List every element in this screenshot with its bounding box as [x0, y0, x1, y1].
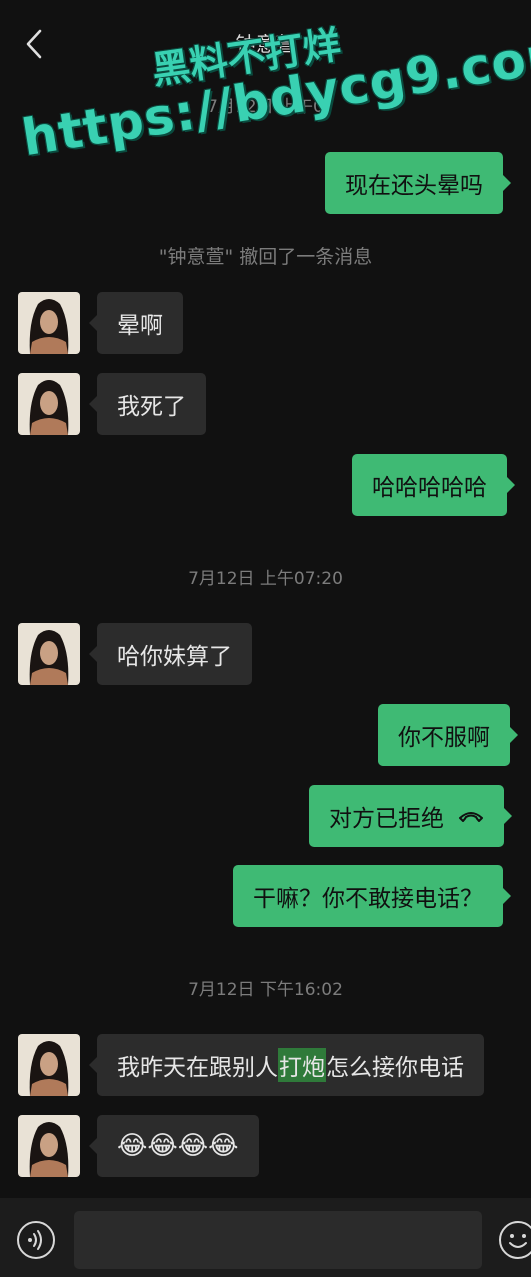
message-bubble-incoming[interactable]: 我死了 [89, 373, 206, 435]
chat-header: 钟意萱 [0, 0, 531, 88]
message-text: 现在还头晕吗 [345, 173, 483, 199]
message-text: 你不服啊 [398, 725, 490, 751]
emoji-button[interactable] [498, 1220, 531, 1260]
message-bubble-outgoing[interactable]: 干嘛？你不敢接电话？ [233, 865, 511, 927]
contact-avatar[interactable] [18, 623, 80, 685]
contact-avatar[interactable] [18, 373, 80, 435]
timestamp: 7月12日 上午07:20 [188, 569, 343, 589]
message-text: 哈你妹算了 [117, 644, 232, 670]
chat-title: 钟意萱 [235, 32, 296, 56]
input-bar [0, 1198, 531, 1277]
message-text: 对方已拒绝 [329, 806, 444, 832]
timestamp: 7月12日 上午0 [207, 97, 324, 117]
message-emoji-text: 😂😂😂😂 [117, 1131, 239, 1161]
message-bubble-incoming[interactable]: 😂😂😂😂 [89, 1115, 259, 1177]
timestamp: 7月12日 下午16:02 [188, 980, 343, 1000]
emoji-icon [498, 1221, 531, 1264]
message-bubble-incoming[interactable]: 晕啊 [89, 292, 183, 354]
message-text: 我死了 [117, 394, 186, 420]
message-text: 晕啊 [117, 313, 163, 339]
message-bubble-outgoing[interactable]: 现在还头晕吗 [325, 152, 511, 214]
contact-avatar[interactable] [18, 1034, 80, 1096]
message-bubble-incoming[interactable]: 我昨天在跟别人 打炮 怎么接你电话 [89, 1034, 484, 1096]
message-text-part: 怎么接你电话 [326, 1055, 464, 1081]
message-input[interactable] [74, 1211, 482, 1269]
message-text: 哈哈哈哈哈 [372, 475, 487, 501]
recall-notice: "钟意萱" 撤回了一条消息 [158, 246, 373, 268]
message-text-part: 我昨天在跟别人 [117, 1055, 278, 1081]
contact-avatar[interactable] [18, 1115, 80, 1177]
message-text: 干嘛？你不敢接电话？ [253, 886, 483, 912]
message-bubble-outgoing[interactable]: 你不服啊 [378, 704, 518, 766]
hang-up-phone-icon [458, 808, 484, 824]
voice-button[interactable] [16, 1220, 56, 1260]
message-bubble-incoming[interactable]: 哈你妹算了 [89, 623, 252, 685]
message-bubble-outgoing[interactable]: 哈哈哈哈哈 [352, 454, 515, 516]
voice-icon [16, 1221, 56, 1264]
contact-avatar[interactable] [18, 292, 80, 354]
highlighted-text: 打炮 [278, 1048, 326, 1082]
call-record-bubble[interactable]: 对方已拒绝 [309, 785, 512, 847]
